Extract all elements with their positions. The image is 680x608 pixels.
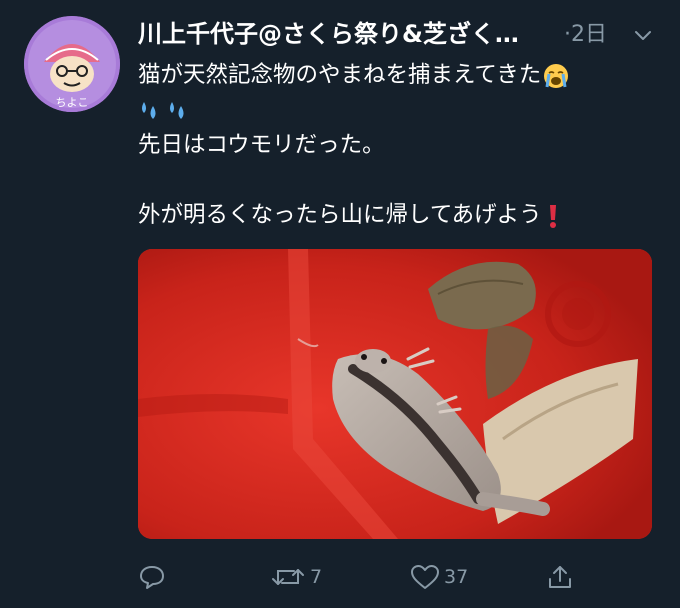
red-exclamation-icon [549, 204, 556, 228]
reply-button[interactable] [138, 562, 170, 592]
sweat-drops-icon [170, 101, 184, 119]
share-icon [549, 566, 571, 588]
share-button[interactable] [546, 562, 574, 592]
reply-icon [140, 566, 164, 589]
avatar-illustration: ちよこ [24, 16, 120, 112]
chevron-down-icon[interactable] [632, 24, 654, 46]
like-count: 37 [444, 566, 469, 588]
tweet-header: 川上千代子@さくら祭り&芝ざく… ·2日 [138, 14, 658, 54]
tweet-line-5: 外が明るくなったら山に帰してあげよう [138, 202, 542, 228]
retweet-icon [272, 569, 304, 585]
retweet-button[interactable]: 7 [270, 562, 322, 592]
tweet[interactable]: ちよこ 川上千代子@さくら祭り&芝ざく… ·2日 猫が天然記念物のやまねを捕まえ… [0, 0, 680, 608]
timestamp[interactable]: ·2日 [564, 22, 607, 48]
heart-icon [411, 565, 439, 589]
display-name[interactable]: 川上千代子@さくら祭り&芝ざく… [138, 20, 519, 48]
tweet-content: 川上千代子@さくら祭り&芝ざく… ·2日 猫が天然記念物のやまねを捕まえてきた [138, 14, 658, 228]
sweat-drops-icon [142, 101, 156, 119]
tweet-line-1: 猫が天然記念物のやまねを捕まえてきた [138, 62, 542, 88]
tweet-actions: 7 37 [138, 556, 658, 596]
tweet-line-3: 先日はコウモリだった。 [138, 132, 385, 158]
avatar[interactable]: ちよこ [24, 16, 120, 112]
avatar-caption: ちよこ [56, 96, 89, 109]
loudly-crying-face-icon [544, 63, 569, 88]
tweet-text: 猫が天然記念物のやまねを捕まえてきた 先日はコウモリだった。 外が明るくなったら… [138, 58, 658, 233]
dormouse-photo [138, 249, 652, 539]
retweet-count: 7 [310, 566, 323, 588]
like-button[interactable]: 37 [410, 562, 468, 592]
tweet-photo[interactable] [138, 249, 652, 539]
